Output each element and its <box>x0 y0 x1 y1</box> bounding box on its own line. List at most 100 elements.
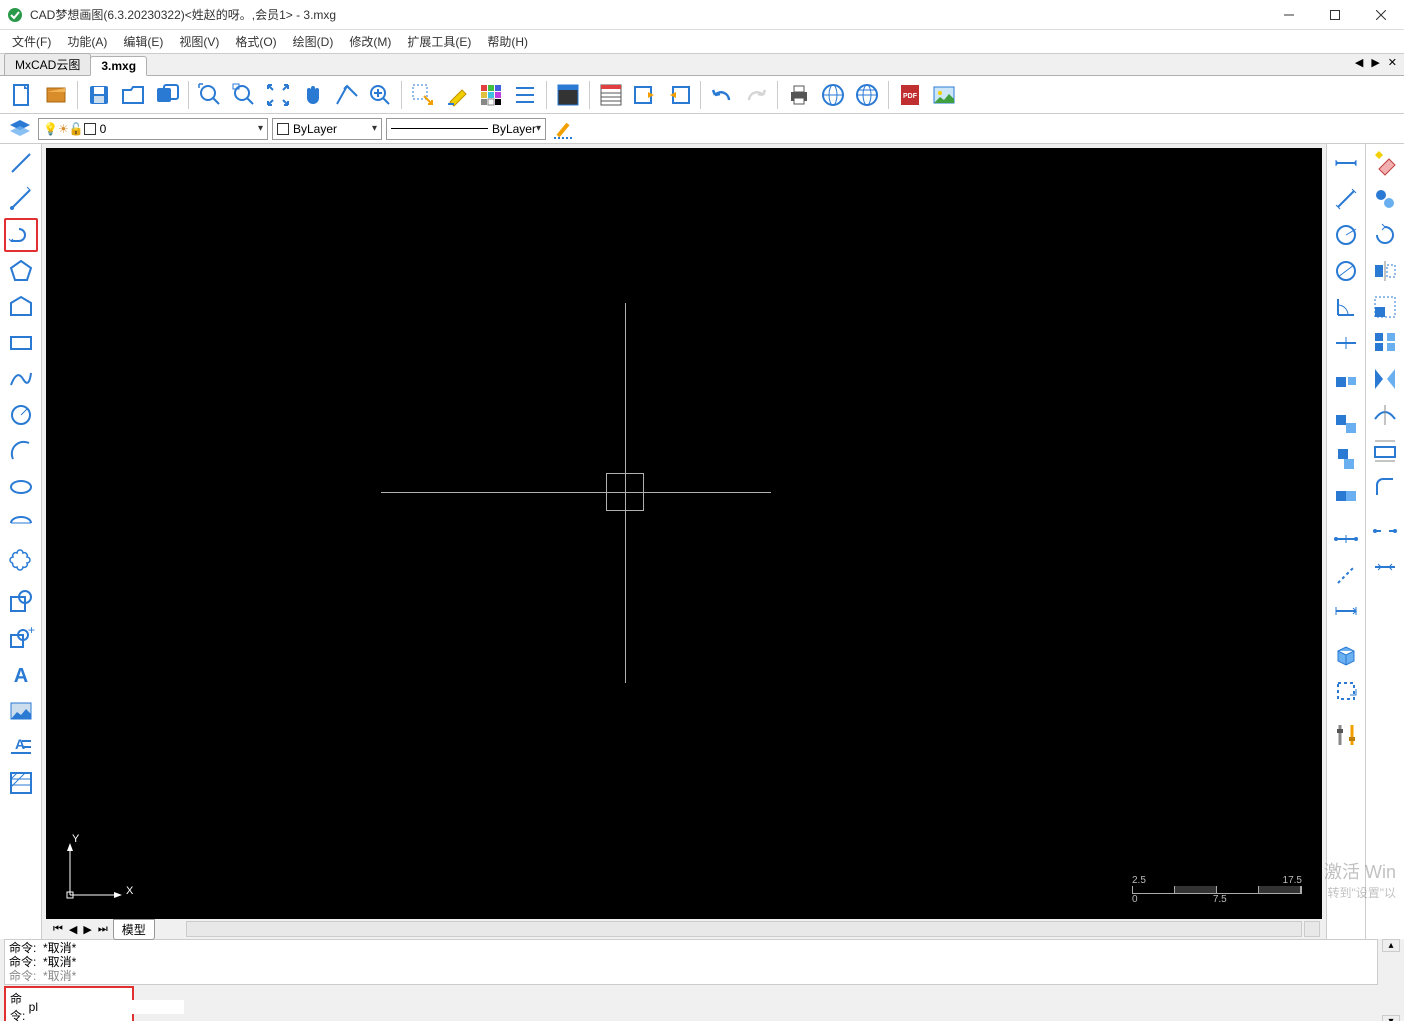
tab-prev-icon[interactable]: ◀ <box>1352 56 1366 69</box>
menu-function[interactable]: 功能(A) <box>59 31 115 52</box>
highlight-button[interactable] <box>441 79 473 111</box>
xline-button[interactable] <box>4 182 38 216</box>
text-button[interactable]: A <box>4 658 38 692</box>
dim-aligned-button[interactable] <box>1329 182 1363 216</box>
horizontal-scrollbar[interactable] <box>186 921 1302 937</box>
rotate-button[interactable] <box>1368 218 1402 252</box>
join-button[interactable] <box>1368 550 1402 584</box>
menu-modify[interactable]: 修改(M) <box>341 31 399 52</box>
pdf-button[interactable]: PDF <box>894 79 926 111</box>
menu-draw[interactable]: 绘图(D) <box>285 31 342 52</box>
layout-first-icon[interactable]: ⏮ <box>50 923 66 936</box>
rectangle-button[interactable] <box>4 326 38 360</box>
zoom-window-button[interactable] <box>228 79 260 111</box>
color-combo[interactable]: ByLayer ▾ <box>272 118 382 140</box>
cmd-scrollbar[interactable]: ▴ ▾ <box>1382 939 1400 1021</box>
flip-button[interactable] <box>1368 362 1402 396</box>
block-button[interactable] <box>4 586 38 620</box>
tab-3mxg[interactable]: 3.mxg <box>90 56 147 76</box>
zoom-extents-button[interactable] <box>194 79 226 111</box>
menu-file[interactable]: 文件(F) <box>4 31 59 52</box>
ellipse-button[interactable] <box>4 470 38 504</box>
tab-close-icon[interactable]: ✕ <box>1385 56 1400 69</box>
dim-linear-button[interactable] <box>1329 146 1363 180</box>
dim-radius-button[interactable] <box>1329 218 1363 252</box>
export-button[interactable] <box>629 79 661 111</box>
measure-button[interactable] <box>1329 594 1363 628</box>
close-button[interactable] <box>1358 0 1404 30</box>
divide-h-button[interactable] <box>1329 522 1363 556</box>
revcloud-button[interactable] <box>4 542 38 576</box>
save-as-button[interactable] <box>151 79 183 111</box>
circle-button[interactable] <box>4 398 38 432</box>
properties-button[interactable] <box>595 79 627 111</box>
array-rect-button[interactable] <box>1329 370 1363 404</box>
layout-next-icon[interactable]: ▶ <box>80 923 94 936</box>
arc-button[interactable] <box>4 434 38 468</box>
list-button[interactable] <box>509 79 541 111</box>
polyline-button[interactable] <box>4 218 38 252</box>
hatch-button[interactable] <box>4 766 38 800</box>
color-grid-button[interactable] <box>475 79 507 111</box>
tab-mxcad-cloud[interactable]: MxCAD云图 <box>4 53 91 75</box>
select-button[interactable] <box>407 79 439 111</box>
pentagon-button[interactable] <box>4 290 38 324</box>
block-insert-button[interactable]: + <box>4 622 38 656</box>
new-template-button[interactable] <box>40 79 72 111</box>
dim-diameter-button[interactable] <box>1329 254 1363 288</box>
web2-button[interactable] <box>851 79 883 111</box>
array-copy-button[interactable] <box>1329 478 1363 512</box>
scale-button[interactable] <box>1368 290 1402 324</box>
layer-combo[interactable]: 💡 ☀ 🔓 0 ▾ <box>38 118 268 140</box>
zoom-all-button[interactable] <box>262 79 294 111</box>
command-input[interactable] <box>29 1000 184 1014</box>
image-button[interactable] <box>928 79 960 111</box>
dim-arc-button[interactable] <box>1329 326 1363 360</box>
redo-button[interactable] <box>740 79 772 111</box>
pan-button[interactable] <box>296 79 328 111</box>
box3d-button[interactable] <box>1329 638 1363 672</box>
ellipse-arc-button[interactable] <box>4 506 38 540</box>
web-button[interactable] <box>817 79 849 111</box>
menu-format[interactable]: 格式(O) <box>227 31 284 52</box>
eraser-button[interactable] <box>1368 146 1402 180</box>
break-h-button[interactable] <box>1368 514 1402 548</box>
mtext-button[interactable]: A <box>4 730 38 764</box>
fillet-button[interactable] <box>1368 470 1402 504</box>
move-button[interactable] <box>1368 182 1402 216</box>
layout-prev-icon[interactable]: ◀ <box>66 923 80 936</box>
lineweight-icon[interactable] <box>550 117 578 141</box>
window-dark-button[interactable] <box>552 79 584 111</box>
tab-next-icon[interactable]: ▶ <box>1368 56 1382 69</box>
undo-button[interactable] <box>706 79 738 111</box>
print-button[interactable] <box>783 79 815 111</box>
line-button[interactable] <box>4 146 38 180</box>
new-file-button[interactable] <box>6 79 38 111</box>
image-insert-button[interactable] <box>4 694 38 728</box>
scroll-right-button[interactable] <box>1304 921 1320 937</box>
trim-button[interactable] <box>1368 398 1402 432</box>
stretch-button[interactable] <box>1368 326 1402 360</box>
maximize-button[interactable] <box>1312 0 1358 30</box>
layout-last-icon[interactable]: ⏭ <box>95 923 111 936</box>
menu-view[interactable]: 视图(V) <box>171 31 227 52</box>
drawing-canvas[interactable]: Y X 2.517.5 07.5 <box>46 148 1322 919</box>
menu-edit[interactable]: 编辑(E) <box>115 31 171 52</box>
array-path-button[interactable] <box>1329 442 1363 476</box>
region-button[interactable] <box>1329 674 1363 708</box>
layout-tab-model[interactable]: 模型 <box>113 919 155 940</box>
layer-manager-icon[interactable] <box>6 117 34 141</box>
scroll-up-icon[interactable]: ▴ <box>1382 939 1400 952</box>
import-button[interactable] <box>663 79 695 111</box>
spline-button[interactable] <box>4 362 38 396</box>
open-button[interactable] <box>117 79 149 111</box>
polygon-button[interactable] <box>4 254 38 288</box>
divide-button[interactable] <box>1329 558 1363 592</box>
zoom-previous-button[interactable] <box>330 79 362 111</box>
minimize-button[interactable] <box>1266 0 1312 30</box>
menu-help[interactable]: 帮助(H) <box>479 31 536 52</box>
dim-angular-button[interactable] <box>1329 290 1363 324</box>
menu-ext[interactable]: 扩展工具(E) <box>399 31 479 52</box>
mirror-button[interactable] <box>1368 254 1402 288</box>
linetype-combo[interactable]: ByLayer ▾ <box>386 118 546 140</box>
